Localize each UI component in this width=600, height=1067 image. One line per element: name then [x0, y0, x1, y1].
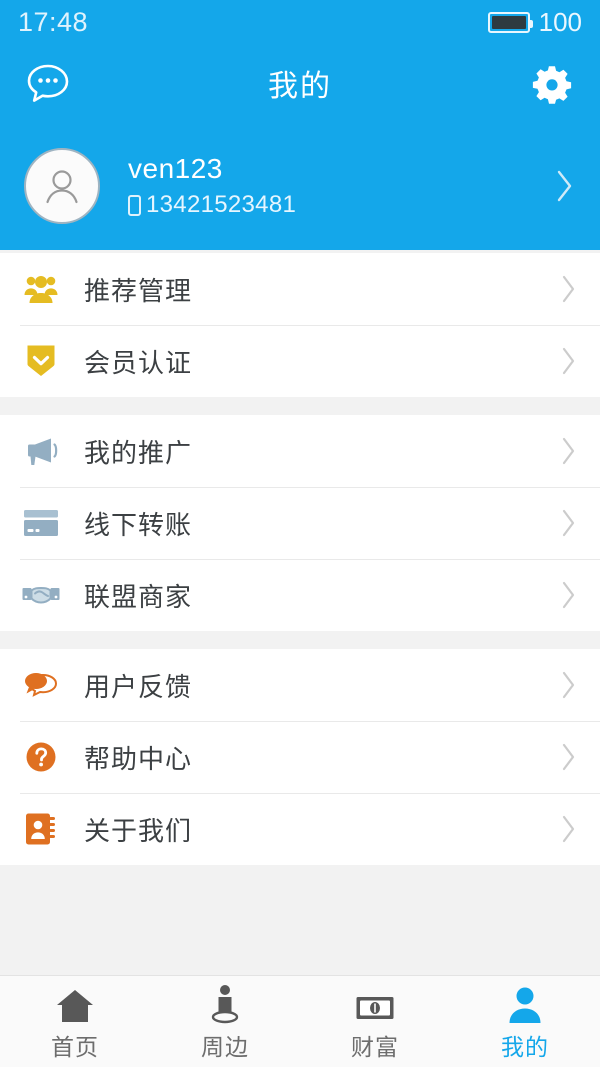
avatar [24, 148, 100, 224]
menu-item-label: 联盟商家 [84, 581, 193, 612]
tab-nearby[interactable]: 周边 [150, 976, 300, 1067]
tab-home[interactable]: 首页 [0, 976, 150, 1067]
address-book-icon [20, 808, 62, 850]
chevron-right-icon [560, 345, 578, 377]
page-title: 我的 [268, 70, 332, 103]
question-circle-icon [20, 736, 62, 778]
battery-icon [487, 11, 533, 33]
bottom-tab-bar: 首页 周边 财富 我的 [0, 975, 600, 1067]
nearby-person-icon [208, 982, 242, 1024]
group-spacer [0, 397, 600, 415]
menu-item-label: 用户反馈 [84, 671, 193, 702]
profile-text: ven123 13421523481 [128, 153, 296, 219]
chevron-right-icon [554, 167, 576, 205]
chevron-right-icon [560, 741, 578, 773]
menu-item-offline-transfer[interactable]: 线下转账 [0, 487, 600, 559]
tab-label: 我的 [501, 1033, 549, 1060]
credit-card-icon [20, 502, 62, 544]
menu-item-recommend-management[interactable]: 推荐管理 [0, 253, 600, 325]
profile-card[interactable]: ven123 13421523481 [0, 122, 600, 250]
status-bar: 17:48 100 [0, 0, 600, 44]
users-group-icon [20, 268, 62, 310]
app-header: 我的 [0, 44, 600, 122]
menu-item-label: 推荐管理 [84, 275, 193, 306]
chevron-right-icon [560, 507, 578, 539]
battery-percent-label: 100 [538, 6, 582, 37]
menu-item-about-us[interactable]: 关于我们 [0, 793, 600, 865]
profile-phone-number: 13421523481 [146, 191, 297, 218]
home-icon [55, 982, 95, 1024]
menu-item-label: 帮助中心 [84, 743, 193, 774]
megaphone-icon [20, 430, 62, 472]
group-business: 我的推广 线下转账 联盟商家 [0, 415, 600, 631]
status-time: 17:48 [18, 6, 89, 37]
chevron-right-icon [560, 273, 578, 305]
chevron-right-icon [560, 435, 578, 467]
tab-label: 周边 [201, 1033, 249, 1060]
phone-icon [128, 194, 141, 216]
profile-person-icon [507, 982, 543, 1024]
group-spacer [0, 631, 600, 649]
banknote-icon [355, 982, 395, 1024]
menu-item-label: 线下转账 [84, 509, 193, 540]
tab-mine[interactable]: 我的 [450, 976, 600, 1067]
app-screen: 17:48 100 我的 ven123 13421523481 推荐管理 会员认… [0, 0, 600, 1067]
menu-item-alliance-merchants[interactable]: 联盟商家 [0, 559, 600, 631]
handshake-icon [20, 574, 62, 616]
chevron-right-icon [560, 579, 578, 611]
menu-item-help-center[interactable]: 帮助中心 [0, 721, 600, 793]
speech-bubbles-icon [20, 664, 62, 706]
profile-phone-row: 13421523481 [128, 191, 296, 219]
menu-item-member-verification[interactable]: 会员认证 [0, 325, 600, 397]
chat-bubble-icon[interactable] [22, 57, 74, 109]
chevron-right-icon [560, 669, 578, 701]
tab-label: 财富 [351, 1033, 399, 1060]
tab-label: 首页 [51, 1033, 99, 1060]
menu-item-label: 会员认证 [84, 347, 193, 378]
group-support: 用户反馈 帮助中心 关于我们 [0, 649, 600, 865]
menu-item-user-feedback[interactable]: 用户反馈 [0, 649, 600, 721]
menu-item-label: 我的推广 [84, 437, 193, 468]
battery-fill [491, 15, 526, 29]
menu-list: 推荐管理 会员认证 我的推广 线下转账 联盟商家 用户反馈 帮助中心 关于我们 [0, 250, 600, 975]
group-membership: 推荐管理 会员认证 [0, 253, 600, 397]
tab-wealth[interactable]: 财富 [300, 976, 450, 1067]
menu-item-label: 关于我们 [84, 815, 193, 846]
gear-icon[interactable] [526, 57, 578, 109]
status-bar-right: 100 [487, 6, 582, 38]
shield-check-icon [20, 340, 62, 382]
menu-item-my-promotion[interactable]: 我的推广 [0, 415, 600, 487]
chevron-right-icon [560, 813, 578, 845]
profile-username: ven123 [128, 153, 223, 184]
